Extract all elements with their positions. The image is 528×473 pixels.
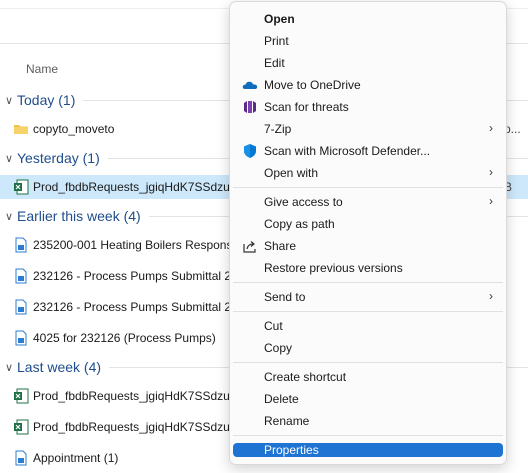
menu-item-scan-for-threats[interactable]: Scan for threats — [233, 96, 503, 118]
excel-icon — [14, 388, 29, 404]
menu-item-give-access-to[interactable]: Give access to › — [233, 191, 503, 213]
menu-item-label: Send to — [264, 290, 306, 304]
menu-item-cut[interactable]: Cut — [233, 315, 503, 337]
share-icon — [243, 241, 256, 253]
file-name: 235200-001 Heating Boilers Response — [33, 238, 240, 252]
menu-item-label: Properties — [264, 443, 319, 457]
document-icon — [15, 237, 27, 253]
file-name: Prod_fbdbRequests_jgiqHdK7SSdzuU — [33, 180, 239, 194]
group-label: Today (1) — [17, 92, 76, 108]
menu-item-label: 7-Zip — [264, 122, 292, 136]
menu-separator — [233, 311, 503, 312]
file-name: Appointment (1) — [33, 451, 119, 465]
chevron-down-icon: ∨ — [4, 152, 14, 165]
menu-separator — [233, 362, 503, 363]
column-header-name[interactable]: Name — [26, 62, 58, 76]
file-name: 232126 - Process Pumps Submittal 2.2 — [33, 269, 242, 283]
menu-item-label: Copy — [264, 341, 293, 355]
menu-item-copy[interactable]: Copy — [233, 337, 503, 359]
menu-item-print[interactable]: Print — [233, 30, 503, 52]
chevron-right-icon: › — [489, 121, 493, 135]
menu-item-label: Create shortcut — [264, 370, 347, 384]
menu-item-restore-previous-versions[interactable]: Restore previous versions — [233, 257, 503, 279]
chevron-down-icon: ∨ — [4, 94, 14, 107]
menu-item-label: Open — [264, 12, 295, 26]
menu-item-send-to[interactable]: Send to › — [233, 286, 503, 308]
file-name: Prod_fbdbRequests_jgiqHdK7SSdzuU — [33, 389, 239, 403]
menu-item-label: Delete — [264, 392, 299, 406]
excel-icon — [14, 419, 29, 435]
menu-item-delete[interactable]: Delete — [233, 388, 503, 410]
group-label: Last week (4) — [17, 359, 102, 375]
menu-item-label: Move to OneDrive — [264, 78, 361, 92]
menu-item-label: Scan for threats — [264, 100, 349, 114]
menu-separator — [233, 435, 503, 436]
menu-item-create-shortcut[interactable]: Create shortcut — [233, 366, 503, 388]
excel-icon — [14, 179, 29, 195]
menu-item-scan-with-defender[interactable]: Scan with Microsoft Defender... — [233, 140, 503, 162]
menu-item-label: Restore previous versions — [264, 261, 403, 275]
malwarebytes-icon — [244, 101, 256, 113]
document-icon — [15, 268, 27, 284]
document-icon — [15, 330, 27, 346]
file-name: copyto_moveto — [33, 122, 115, 136]
group-label: Earlier this week (4) — [17, 208, 141, 224]
defender-shield-icon — [244, 144, 256, 158]
file-name: Prod_fbdbRequests_jgiqHdK7SSdzuU — [33, 420, 239, 434]
file-name: 232126 - Process Pumps Submittal 2.2 — [33, 300, 242, 314]
folder-icon — [14, 125, 28, 134]
document-icon — [15, 450, 27, 466]
menu-item-edit[interactable]: Edit — [233, 52, 503, 74]
menu-separator — [233, 187, 503, 188]
file-name: 4025 for 232126 (Process Pumps) — [33, 331, 216, 345]
menu-item-label: Cut — [264, 319, 283, 333]
document-icon — [15, 299, 27, 315]
menu-item-7-zip[interactable]: 7-Zip › — [233, 118, 503, 140]
chevron-down-icon: ∨ — [4, 361, 14, 374]
context-menu: Open Print Edit Move to OneDrive Scan fo… — [229, 1, 507, 465]
menu-item-label: Copy as path — [264, 217, 335, 231]
group-label: Yesterday (1) — [17, 150, 100, 166]
menu-item-label: Open with — [264, 166, 319, 180]
onedrive-icon — [242, 81, 258, 89]
chevron-right-icon: › — [489, 194, 493, 208]
menu-item-label: Give access to — [264, 195, 343, 209]
menu-item-label: Print — [264, 34, 289, 48]
chevron-right-icon: › — [489, 165, 493, 179]
menu-item-rename[interactable]: Rename — [233, 410, 503, 432]
menu-item-label: Edit — [264, 56, 285, 70]
menu-item-label: Rename — [264, 414, 310, 428]
menu-item-copy-as-path[interactable]: Copy as path — [233, 213, 503, 235]
menu-item-open[interactable]: Open — [233, 8, 503, 30]
chevron-down-icon: ∨ — [4, 210, 14, 223]
menu-item-label: Share — [264, 239, 297, 253]
chevron-right-icon: › — [489, 289, 493, 303]
menu-separator — [233, 282, 503, 283]
menu-item-move-to-onedrive[interactable]: Move to OneDrive — [233, 74, 503, 96]
menu-item-share[interactable]: Share — [233, 235, 503, 257]
menu-item-properties[interactable]: Properties — [233, 443, 503, 457]
menu-item-label: Scan with Microsoft Defender... — [264, 144, 431, 158]
menu-item-open-with[interactable]: Open with › — [233, 162, 503, 184]
